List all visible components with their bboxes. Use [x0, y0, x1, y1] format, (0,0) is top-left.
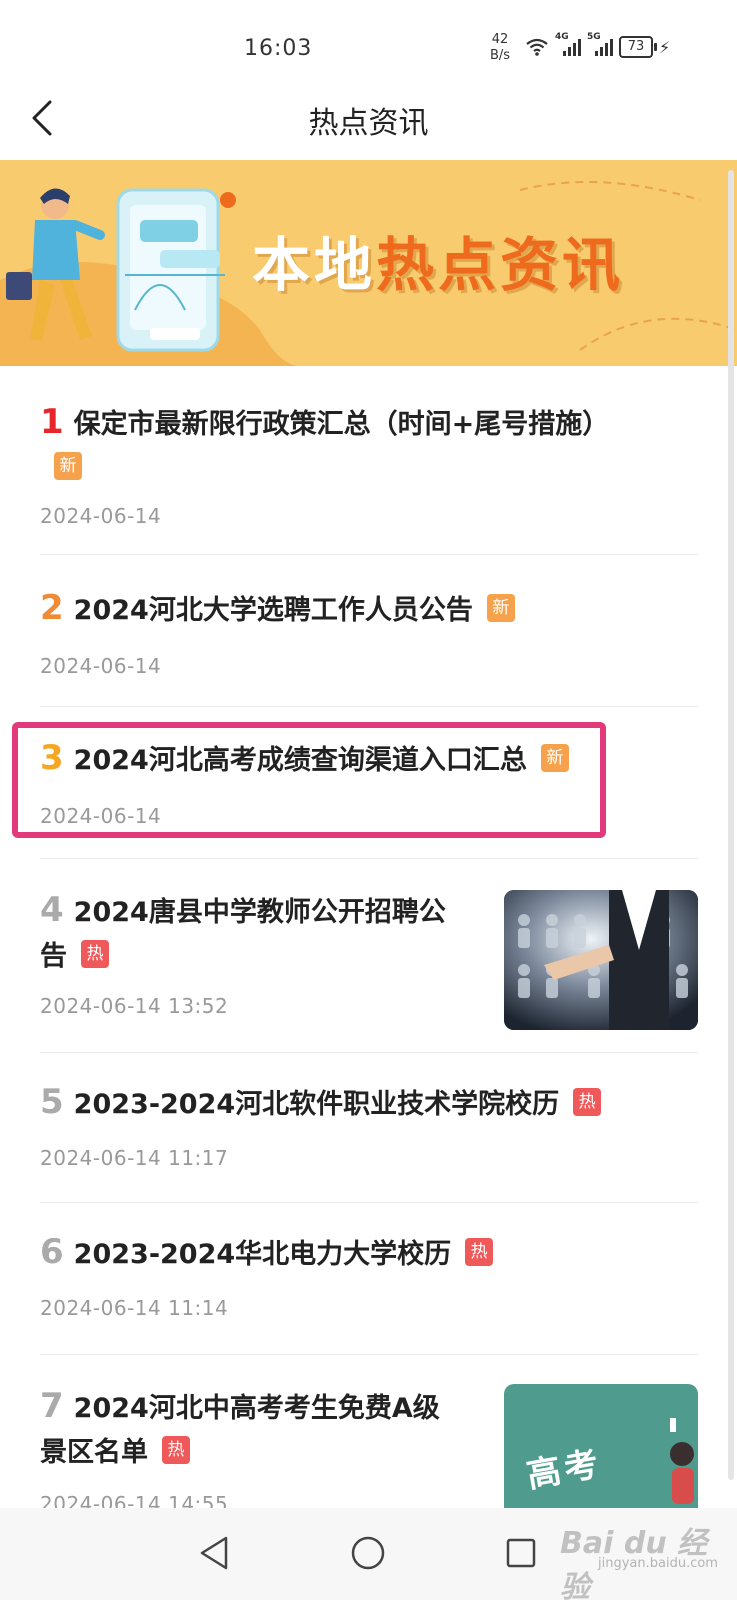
- charging-icon: ⚡: [659, 37, 671, 57]
- new-badge: 新: [54, 451, 82, 480]
- hot-badge: 热: [465, 1237, 494, 1266]
- news-date: 2024-06-14 11:14: [40, 1296, 229, 1320]
- news-item[interactable]: 4 2024唐县中学教师公开招聘公 告热 2024-06-14 13:52: [40, 858, 698, 1053]
- status-time: 16:03: [244, 36, 313, 61]
- news-item[interactable]: 1 保定市最新限行政策汇总（时间+尾号措施） 新 2024-06-14: [40, 396, 698, 555]
- banner-title: 本地热点资讯: [252, 231, 625, 299]
- news-item[interactable]: 2 2024河北大学选聘工作人员公告新 2024-06-14: [40, 554, 698, 707]
- news-date: 2024-06-14 13:52: [40, 994, 229, 1018]
- nav-back-button[interactable]: [190, 1528, 240, 1578]
- news-thumbnail: 高考: [504, 1384, 698, 1524]
- news-item-title: 2 2024河北大学选聘工作人员公告新: [40, 586, 515, 633]
- battery-icon: 73: [619, 36, 657, 58]
- signal-5g-icon: 5G: [587, 32, 613, 58]
- hot-badge: 热: [573, 1087, 602, 1116]
- news-item-title: 4 2024唐县中学教师公开招聘公 告热: [40, 890, 446, 972]
- news-item-title: 1 保定市最新限行政策汇总（时间+尾号措施） 新: [40, 400, 680, 491]
- news-date: 2024-06-14: [40, 504, 162, 528]
- triangle-back-icon: [200, 1536, 228, 1570]
- business-people-image: [504, 890, 698, 1030]
- news-thumbnail: [504, 890, 698, 1030]
- news-rank: 6: [40, 1232, 64, 1272]
- news-rank: 7: [40, 1386, 64, 1426]
- square-recents-icon: [506, 1538, 536, 1568]
- hot-badge: 热: [81, 939, 109, 968]
- news-date: 2024-06-14: [40, 654, 162, 678]
- news-item-title: 7 2024河北中高考考生免费A级 景区名单热: [40, 1386, 440, 1468]
- news-rank: 2: [40, 588, 64, 628]
- news-rank: 1: [40, 402, 64, 442]
- hot-news-banner[interactable]: 本地热点资讯: [0, 160, 737, 366]
- news-rank: 4: [40, 890, 64, 930]
- status-icons: 4G 5G 73 ⚡: [525, 32, 671, 58]
- news-item[interactable]: 6 2023-2024华北电力大学校历热 2024-06-14 11:14: [40, 1202, 698, 1355]
- news-date: 2024-06-14 11:17: [40, 1146, 229, 1170]
- student-illustration: [670, 1418, 694, 1504]
- nav-recents-button[interactable]: [496, 1528, 546, 1578]
- new-badge: 新: [486, 593, 515, 622]
- watermark-url: jingyan.baidu.com: [598, 1556, 718, 1571]
- news-rank: 5: [40, 1082, 64, 1122]
- hot-badge: 热: [162, 1435, 190, 1464]
- highlight-annotation: [12, 722, 606, 838]
- app-header: 热点资讯: [0, 80, 737, 158]
- news-item[interactable]: 5 2023-2024河北软件职业技术学院校历热 2024-06-14 11:17: [40, 1052, 698, 1203]
- news-item-title: 5 2023-2024河北软件职业技术学院校历热: [40, 1080, 602, 1127]
- wifi-icon: [526, 38, 548, 56]
- page-title: 热点资讯: [308, 106, 429, 141]
- circle-home-icon: [351, 1536, 385, 1570]
- network-speed: 42 B/s: [490, 32, 510, 64]
- nav-home-button[interactable]: [343, 1528, 393, 1578]
- network-speed-unit: B/s: [490, 48, 511, 63]
- network-speed-value: 42: [491, 32, 509, 47]
- scrollbar[interactable]: [728, 170, 734, 1480]
- status-bar: 16:03 42 B/s 4G 5G 73 ⚡: [0, 0, 737, 90]
- signal-4g-icon: 4G: [555, 32, 581, 58]
- news-item-title: 6 2023-2024华北电力大学校历热: [40, 1230, 494, 1277]
